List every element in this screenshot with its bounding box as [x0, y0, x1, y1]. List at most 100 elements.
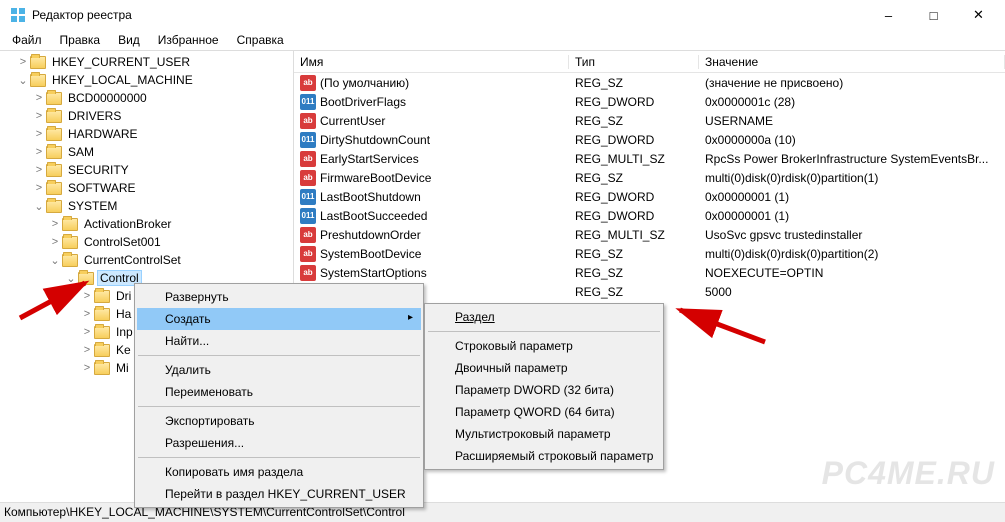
list-row[interactable]: ab(По умолчанию)REG_SZ(значение не присв…	[294, 73, 1005, 92]
list-row[interactable]: 011LastBootShutdownREG_DWORD0x00000001 (…	[294, 187, 1005, 206]
col-value[interactable]: Значение	[699, 55, 1005, 69]
menu-file[interactable]: Файл	[4, 31, 50, 49]
list-row[interactable]: abSystemBootDeviceREG_SZmulti(0)disk(0)r…	[294, 244, 1005, 263]
list-row[interactable]: abPreshutdownOrderREG_MULTI_SZUsoSvc gps…	[294, 225, 1005, 244]
expander-icon[interactable]: ⌄	[48, 254, 62, 267]
folder-icon	[46, 164, 62, 177]
tree-item[interactable]: > HKEY_CURRENT_USER	[0, 53, 293, 71]
expander-icon[interactable]: >	[32, 182, 46, 194]
expander-icon[interactable]: >	[32, 146, 46, 158]
ctx-separator	[138, 355, 420, 356]
col-type[interactable]: Тип	[569, 55, 699, 69]
value-name: BootDriverFlags	[320, 95, 406, 109]
ctx-goto[interactable]: Перейти в раздел HKEY_CURRENT_USER	[137, 483, 421, 505]
ctx-permissions[interactable]: Разрешения...	[137, 432, 421, 454]
close-button[interactable]: ✕	[956, 0, 1001, 30]
folder-icon	[62, 254, 78, 267]
list-row[interactable]: 011LastBootSucceededREG_DWORD0x00000001 …	[294, 206, 1005, 225]
tree-label: HKEY_LOCAL_MACHINE	[50, 73, 195, 87]
folder-icon	[46, 128, 62, 141]
ctx-separator	[138, 406, 420, 407]
tree-item[interactable]: ⌄CurrentControlSet	[0, 251, 293, 269]
minimize-button[interactable]: –	[866, 0, 911, 30]
list-row[interactable]: abCurrentUserREG_SZUSERNAME	[294, 111, 1005, 130]
list-header: Имя Тип Значение	[294, 51, 1005, 73]
tree-item[interactable]: >HARDWARE	[0, 125, 293, 143]
ctx-expand[interactable]: Развернуть	[137, 286, 421, 308]
expander-icon[interactable]: >	[80, 362, 94, 374]
menu-favorites[interactable]: Избранное	[150, 31, 227, 49]
list-row[interactable]: 011BootDriverFlagsREG_DWORD0x0000001c (2…	[294, 92, 1005, 111]
tree-label: BCD00000000	[66, 91, 149, 105]
value-type: REG_SZ	[569, 247, 699, 261]
ctx-create[interactable]: Создать	[137, 308, 421, 330]
ctx-new-string[interactable]: Строковый параметр	[427, 335, 661, 357]
value-data: multi(0)disk(0)rdisk(0)partition(1)	[699, 171, 1005, 185]
value-data: multi(0)disk(0)rdisk(0)partition(2)	[699, 247, 1005, 261]
dword-value-icon: 011	[300, 208, 316, 224]
list-row[interactable]: 011DirtyShutdownCountREG_DWORD0x0000000a…	[294, 130, 1005, 149]
ctx-new-expandstring[interactable]: Расширяемый строковый параметр	[427, 445, 661, 467]
menu-edit[interactable]: Правка	[52, 31, 109, 49]
app-icon	[10, 7, 26, 23]
tree-item[interactable]: > ControlSet001	[0, 233, 293, 251]
watermark: PC4ME.RU	[822, 455, 995, 492]
list-row[interactable]: abSystemStartOptionsREG_SZ NOEXECUTE=OPT…	[294, 263, 1005, 282]
value-name: SystemStartOptions	[320, 266, 427, 280]
folder-icon	[46, 182, 62, 195]
expander-icon[interactable]: >	[32, 128, 46, 140]
expander-icon[interactable]: ⌄	[32, 200, 46, 213]
value-name: EarlyStartServices	[320, 152, 419, 166]
expander-icon[interactable]: >	[48, 236, 62, 248]
ctx-new-binary[interactable]: Двоичный параметр	[427, 357, 661, 379]
value-data: 0x00000001 (1)	[699, 190, 1005, 204]
expander-icon[interactable]: ⌄	[16, 74, 30, 87]
expander-icon[interactable]: >	[48, 218, 62, 230]
ctx-copy-name[interactable]: Копировать имя раздела	[137, 461, 421, 483]
expander-icon[interactable]: >	[32, 164, 46, 176]
value-data: (значение не присвоено)	[699, 76, 1005, 90]
value-type: REG_SZ	[569, 171, 699, 185]
tree-item[interactable]: ⌄ HKEY_LOCAL_MACHINE	[0, 71, 293, 89]
annotation-arrow-left	[15, 278, 95, 328]
tree-label: DRIVERS	[66, 109, 123, 123]
expander-icon[interactable]: >	[32, 92, 46, 104]
expander-icon[interactable]: >	[32, 110, 46, 122]
ctx-rename[interactable]: Переименовать	[137, 381, 421, 403]
tree-item[interactable]: >SECURITY	[0, 161, 293, 179]
string-value-icon: ab	[300, 246, 316, 262]
expander-icon[interactable]: >	[80, 344, 94, 356]
tree-item[interactable]: >ActivationBroker	[0, 215, 293, 233]
ctx-new-multistring[interactable]: Мультистроковый параметр	[427, 423, 661, 445]
ctx-delete[interactable]: Удалить	[137, 359, 421, 381]
tree-label: HKEY_CURRENT_USER	[50, 55, 192, 69]
folder-icon	[94, 308, 110, 321]
menu-help[interactable]: Справка	[229, 31, 292, 49]
tree-label: SOFTWARE	[66, 181, 138, 195]
folder-icon	[94, 290, 110, 303]
tree-item[interactable]: ⌄SYSTEM	[0, 197, 293, 215]
menubar: Файл Правка Вид Избранное Справка	[0, 30, 1005, 50]
ctx-new-key[interactable]: Раздел	[427, 306, 661, 328]
value-name: CurrentUser	[320, 114, 385, 128]
tree-label: ControlSet001	[82, 235, 163, 249]
tree-item[interactable]: > DRIVERS	[0, 107, 293, 125]
folder-icon	[94, 326, 110, 339]
ctx-find[interactable]: Найти...	[137, 330, 421, 352]
value-data: 0x0000000a (10)	[699, 133, 1005, 147]
tree-item[interactable]: > SOFTWARE	[0, 179, 293, 197]
col-name[interactable]: Имя	[294, 55, 569, 69]
tree-item[interactable]: >SAM	[0, 143, 293, 161]
list-row[interactable]: abEarlyStartServicesREG_MULTI_SZRpcSs Po…	[294, 149, 1005, 168]
value-data: 0x00000001 (1)	[699, 209, 1005, 223]
value-name: LastBootShutdown	[320, 190, 421, 204]
tree-item[interactable]: > BCD00000000	[0, 89, 293, 107]
ctx-new-qword[interactable]: Параметр QWORD (64 бита)	[427, 401, 661, 423]
menu-view[interactable]: Вид	[110, 31, 148, 49]
expander-icon[interactable]: >	[16, 56, 30, 68]
ctx-export[interactable]: Экспортировать	[137, 410, 421, 432]
ctx-new-dword[interactable]: Параметр DWORD (32 бита)	[427, 379, 661, 401]
value-data: NOEXECUTE=OPTIN	[699, 266, 1005, 280]
maximize-button[interactable]: □	[911, 0, 956, 30]
list-row[interactable]: abFirmwareBootDeviceREG_SZmulti(0)disk(0…	[294, 168, 1005, 187]
